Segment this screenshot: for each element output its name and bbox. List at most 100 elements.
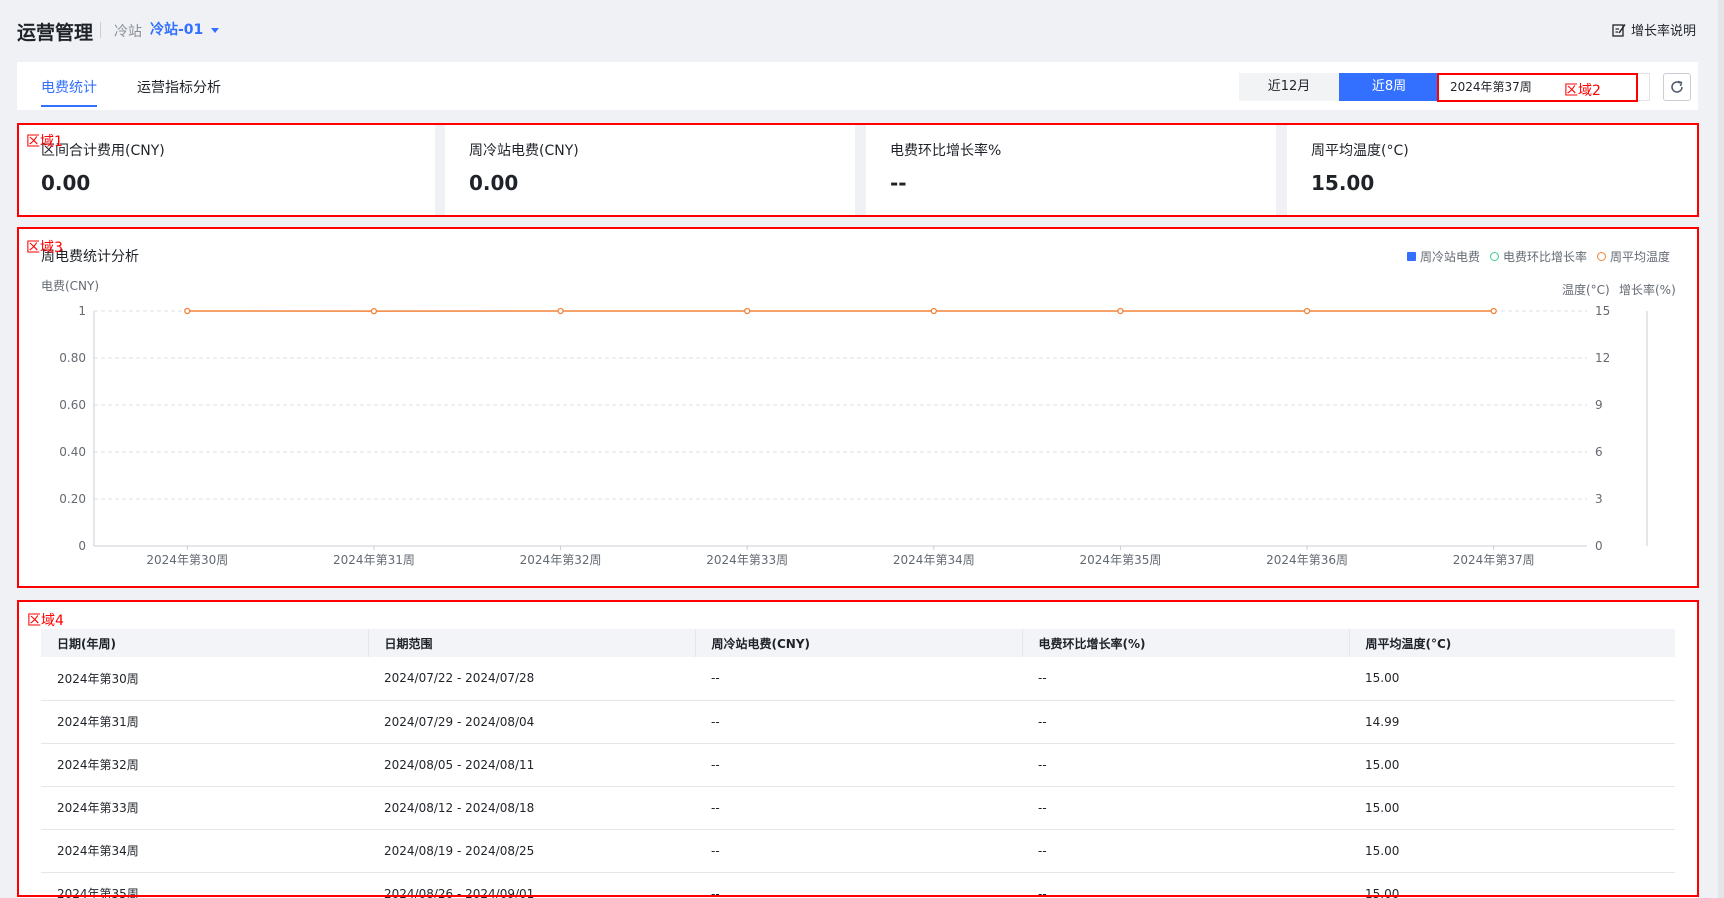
table-cell: 2024/07/22 - 2024/07/28 — [384, 671, 535, 686]
y-tick-label: 0.20 — [59, 492, 86, 506]
region-1-label: 区域1 — [26, 134, 63, 150]
table-cell: -- — [711, 800, 720, 815]
legend-label: 周冷站电费 — [1419, 250, 1480, 264]
table-row: 2024年第33周 2024/08/12 - 2024/08/18 -- -- … — [41, 786, 1675, 829]
legend-item-temp[interactable]: 周平均温度 — [1596, 248, 1670, 265]
table-cell: -- — [711, 757, 720, 772]
tab-operation-analysis[interactable]: 运营指标分析 — [137, 77, 221, 97]
table-row: 2024年第35周 2024/08/26 - 2024/09/01 -- -- … — [41, 872, 1675, 898]
page-scrollbar[interactable] — [1718, 0, 1724, 898]
stat-value: -- — [890, 171, 907, 195]
column-header: 周冷站电费(CNY) — [695, 629, 1023, 657]
column-header: 周平均温度(°C) — [1365, 636, 1452, 651]
stat-value: 0.00 — [41, 171, 91, 195]
y-tick-label: 1 — [78, 304, 86, 318]
stat-card-avg-temp: 周平均温度(°C) 15.00 — [1287, 124, 1698, 215]
x-tick-label: 2024年第36周 — [1266, 553, 1348, 567]
region-2-label: 区域2 — [1564, 83, 1601, 99]
top-bar: 运营管理 冷站 冷站-01 增长率说明 — [0, 0, 1724, 62]
table-cell: 15.00 — [1365, 843, 1400, 858]
title-divider — [100, 22, 101, 38]
table-cell: -- — [1038, 800, 1047, 815]
temperature-point — [1303, 307, 1311, 315]
edit-note-icon — [1612, 23, 1626, 37]
legend-square-icon — [1406, 252, 1416, 261]
stat-title: 周平均温度(°C) — [1311, 143, 1409, 159]
tab-electricity-stats[interactable]: 电费统计 — [41, 77, 97, 107]
stat-card-growth-rate: 电费环比增长率% -- — [866, 124, 1276, 215]
table-cell: -- — [1038, 757, 1047, 772]
temperature-point — [744, 307, 751, 315]
temperature-point — [1490, 307, 1497, 315]
table-cell: 2024年第31周 — [57, 715, 139, 729]
legend-circle-icon — [1596, 252, 1606, 261]
y2-tick-label: 9 — [1595, 398, 1603, 412]
column-header: 日期(年周) — [41, 629, 369, 657]
stat-card-weekly-cost: 周冷站电费(CNY) 0.00 — [445, 124, 855, 215]
table-header-row: 日期(年周) 日期范围 周冷站电费(CNY) 电费环比增长率(%) 周平均温度(… — [41, 629, 1675, 657]
table-cell: -- — [1038, 843, 1047, 858]
growth-rate-help-link[interactable]: 增长率说明 — [1612, 20, 1696, 39]
table-cell: -- — [711, 671, 720, 686]
stat-title: 电费环比增长率% — [890, 143, 1002, 159]
range-12-months-button[interactable]: 近12月 — [1239, 73, 1339, 101]
chart-panel: 0 0 0.20 3 0.40 6 0.60 9 0.80 12 1 15 电费(CNY) 温度(°C) 增… — [17, 228, 1698, 586]
legend-circle-icon — [1489, 252, 1499, 261]
week-picker[interactable]: 2024年第37周 — [1438, 73, 1650, 101]
table-cell: 14.99 — [1365, 714, 1400, 729]
temperature-point — [557, 307, 564, 315]
temperature-point — [370, 308, 378, 315]
table-cell: 2024年第33周 — [57, 801, 139, 815]
chart-legend: 周冷站电费 电费环比增长率 周平均温度 — [1406, 248, 1670, 265]
temperature-point — [184, 307, 191, 315]
x-tick-label: 2024年第33周 — [706, 553, 788, 567]
y2-tick-label: 6 — [1595, 445, 1603, 459]
temperature-point — [1117, 307, 1124, 315]
table-cell: -- — [1038, 886, 1047, 898]
x-tick-label: 2024年第35周 — [1080, 553, 1162, 567]
table-cell: 2024/08/05 - 2024/08/11 — [384, 757, 535, 772]
y-tick-label: 0.40 — [59, 445, 86, 459]
range-8-weeks-button[interactable]: 近8周 — [1339, 73, 1439, 101]
y2-tick-label: 12 — [1595, 351, 1610, 365]
legend-item-growth[interactable]: 电费环比增长率 — [1489, 248, 1587, 265]
y-tick-label: 0.80 — [59, 351, 86, 365]
legend-label: 电费环比增长率 — [1502, 250, 1587, 264]
table-cell: 15.00 — [1365, 886, 1400, 898]
stat-value: 0.00 — [469, 171, 519, 195]
table-cell: -- — [1038, 671, 1047, 686]
table-row: 2024年第31周 2024/07/29 - 2024/08/04 -- -- … — [41, 700, 1675, 743]
table-cell: 2024/07/29 - 2024/08/04 — [384, 714, 535, 729]
table-cell: 2024/08/26 - 2024/09/01 — [384, 886, 535, 898]
table-cell: 2024年第34周 — [57, 844, 139, 858]
stat-title: 周冷站电费(CNY) — [469, 143, 579, 159]
x-tick-label: 2024年第34周 — [893, 553, 975, 567]
station-value: 冷站-01 — [150, 22, 204, 38]
temperature-point — [930, 307, 937, 315]
y-axis-label: 电费(CNY) — [41, 279, 99, 293]
legend-item-cost[interactable]: 周冷站电费 — [1406, 248, 1480, 265]
station-label: 冷站 — [114, 24, 142, 40]
column-header: 电费环比增长率(%) — [1022, 629, 1350, 657]
table-cell: -- — [711, 843, 720, 858]
table-cell: -- — [711, 886, 720, 898]
y2-tick-label: 0 — [1595, 539, 1603, 553]
x-tick-label: 2024年第30周 — [146, 553, 228, 567]
x-tick-label: 2024年第31周 — [333, 553, 415, 567]
table-cell: 2024/08/12 - 2024/08/18 — [384, 800, 535, 815]
region-3-label: 区域3 — [26, 240, 63, 256]
stat-card-total-cost: 区间合计费用(CNY) 0.00 — [17, 124, 435, 215]
table-cell: -- — [1038, 714, 1047, 729]
refresh-button[interactable] — [1663, 73, 1691, 101]
y2-axis-label: 温度(°C) — [1562, 282, 1610, 297]
y3-axis-label: 增长率(%) — [1619, 282, 1676, 297]
table-cell: 2024年第30周 — [57, 671, 139, 686]
column-header: 日期范围 — [368, 629, 696, 657]
region-4-label: 区域4 — [27, 613, 64, 629]
weekly-table: 日期(年周) 日期范围 周冷站电费(CNY) 电费环比增长率(%) 周平均温度(… — [41, 629, 1675, 898]
station-select[interactable]: 冷站-01 — [150, 19, 220, 39]
range-toggle: 近12月 近8周 — [1239, 73, 1439, 101]
table-cell: 15.00 — [1365, 800, 1400, 815]
y-tick-label: 0 — [78, 539, 86, 553]
y2-tick-label: 3 — [1595, 492, 1603, 506]
